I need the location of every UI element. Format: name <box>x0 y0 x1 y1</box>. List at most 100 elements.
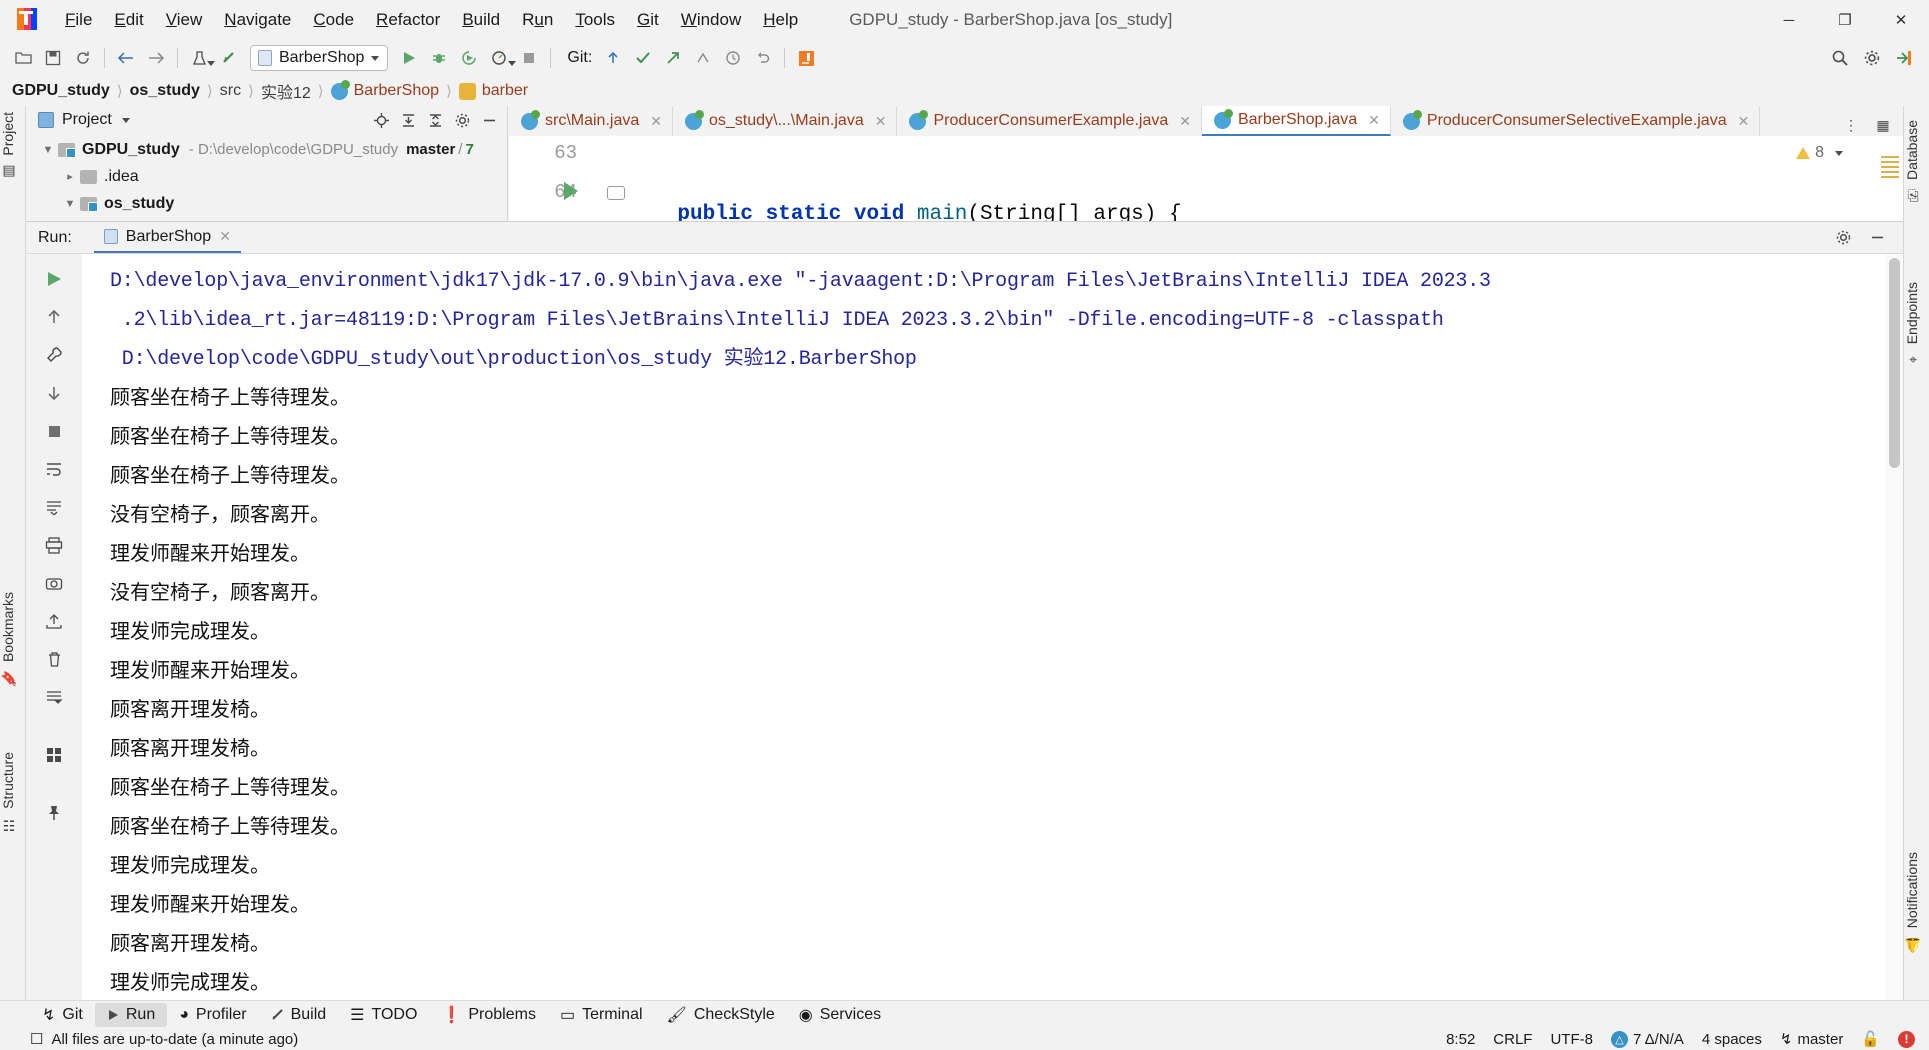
menu-tools[interactable]: Tools <box>564 6 626 34</box>
minimize-button[interactable]: ─ <box>1761 0 1817 40</box>
tree-row[interactable]: ▼ GDPU_study - D:\develop\code\GDPU_stud… <box>26 136 507 163</box>
chevron-down-icon[interactable] <box>1835 150 1843 156</box>
hide-panel-icon[interactable] <box>1865 227 1889 249</box>
chevron-down-icon[interactable] <box>121 117 130 123</box>
search-icon[interactable] <box>1825 44 1855 72</box>
tree-row[interactable]: ▸ .idea <box>26 163 507 190</box>
ide-preview-icon[interactable]: ▦ <box>1871 114 1895 136</box>
open-project-icon[interactable] <box>8 44 38 72</box>
menu-git[interactable]: Git <box>626 6 670 34</box>
breadcrumb-item-field[interactable]: barber <box>458 82 528 100</box>
editor-tab-producer-consumer-example[interactable]: ProducerConsumerExample.java ✕ <box>897 106 1202 136</box>
menu-view[interactable]: View <box>155 6 214 34</box>
export-icon[interactable] <box>34 604 74 638</box>
settings-gear-icon[interactable] <box>450 109 474 131</box>
run-tab-barbershop[interactable]: BarberShop ✕ <box>93 222 241 253</box>
editor-tab-producer-consumer-selective-example[interactable]: ProducerConsumerSelectiveExample.java ✕ <box>1391 106 1761 136</box>
code-editor[interactable]: 63 64 public static void main(String[] a… <box>509 136 1903 226</box>
menu-edit[interactable]: Edit <box>103 6 154 34</box>
close-icon[interactable]: ✕ <box>219 228 231 245</box>
down-icon[interactable] <box>34 376 74 410</box>
menu-navigate[interactable]: Navigate <box>213 6 302 34</box>
bottom-tab-run[interactable]: Run <box>94 1002 168 1027</box>
menu-file[interactable]: File <box>54 6 103 34</box>
close-icon[interactable]: ✕ <box>1738 113 1750 130</box>
close-button[interactable]: ✕ <box>1873 0 1929 40</box>
menu-window[interactable]: Window <box>670 6 752 34</box>
rerun-icon[interactable] <box>34 262 74 296</box>
breadcrumb-item-package[interactable]: 实验12 <box>261 79 311 103</box>
git-branch-widget[interactable]: ↯ master <box>1780 1030 1843 1049</box>
inspection-warning-badge[interactable]: 8 <box>1796 144 1843 162</box>
stop-icon[interactable] <box>514 44 544 72</box>
stop-icon[interactable] <box>34 414 74 448</box>
bottom-tab-services[interactable]: ◉ Services <box>787 1002 893 1028</box>
bottom-tab-problems[interactable]: ❗ Problems <box>429 1002 548 1028</box>
soft-wrap-icon[interactable] <box>34 452 74 486</box>
sidebar-item-database[interactable]: ⎘ Database <box>1904 114 1929 208</box>
trash-icon[interactable] <box>34 642 74 676</box>
sidebar-item-project[interactable]: ▤ Project <box>0 106 26 185</box>
console-scrollbar[interactable] <box>1885 254 1903 1001</box>
lock-icon[interactable]: 🔓 <box>1861 1030 1880 1048</box>
settings-gear-icon[interactable] <box>1857 44 1887 72</box>
push-icon[interactable] <box>658 44 688 72</box>
indent-setting[interactable]: 4 spaces <box>1702 1031 1762 1048</box>
profile-icon[interactable] <box>484 44 517 72</box>
locate-icon[interactable] <box>369 109 393 131</box>
chevron-right-icon[interactable]: ▸ <box>60 170 80 183</box>
bottom-tab-terminal[interactable]: ▭ Terminal <box>548 1002 655 1028</box>
grid-icon[interactable] <box>34 738 74 772</box>
menu-refactor[interactable]: Refactor <box>365 6 451 34</box>
up-icon[interactable] <box>34 300 74 334</box>
menu-code[interactable]: Code <box>302 6 365 34</box>
sidebar-item-bookmarks[interactable]: 🔖 Bookmarks <box>0 586 26 693</box>
hide-panel-icon[interactable] <box>477 109 501 131</box>
back-icon[interactable] <box>111 44 141 72</box>
breadcrumb-item-project[interactable]: GDPU_study <box>12 82 110 100</box>
sync-icon[interactable] <box>68 44 98 72</box>
chevron-down-icon[interactable]: ▼ <box>60 198 80 210</box>
pin-icon[interactable] <box>34 796 74 830</box>
bottom-tab-git[interactable]: ↯ Git <box>30 1002 95 1028</box>
thread-dump-icon[interactable] <box>34 490 74 524</box>
editor-tab-os-study-main[interactable]: os_study\...\Main.java ✕ <box>673 106 898 136</box>
update-project-icon[interactable] <box>598 44 628 72</box>
expand-all-icon[interactable] <box>396 109 420 131</box>
menu-help[interactable]: Help <box>752 6 809 34</box>
sidebar-item-notifications[interactable]: 🔔 Notifications <box>1904 846 1929 959</box>
error-badge[interactable]: ! <box>1898 1030 1915 1048</box>
history-icon[interactable] <box>718 44 748 72</box>
run-icon[interactable] <box>394 44 424 72</box>
console-scrollbar-thumb[interactable] <box>1889 258 1900 468</box>
wrench-icon[interactable] <box>34 338 74 372</box>
run-gutter-icon[interactable] <box>564 182 578 200</box>
close-icon[interactable]: ✕ <box>1179 113 1191 130</box>
close-icon[interactable]: ✕ <box>875 113 887 130</box>
caret-position[interactable]: 8:52 <box>1446 1031 1475 1048</box>
run-configuration-selector[interactable]: BarberShop <box>250 45 389 71</box>
file-encoding[interactable]: UTF-8 <box>1550 1031 1593 1048</box>
commit-icon[interactable] <box>628 44 658 72</box>
inspections-widget[interactable]: △ 7 Δ/N/A <box>1610 1030 1684 1048</box>
camera-icon[interactable] <box>34 566 74 600</box>
run-with-coverage-icon[interactable] <box>454 44 484 72</box>
revert-icon[interactable] <box>748 44 778 72</box>
debug-icon[interactable] <box>424 44 454 72</box>
editor-tab-barbershop[interactable]: BarberShop.java ✕ <box>1201 106 1391 136</box>
breadcrumb-item-class[interactable]: BarberShop <box>330 79 439 100</box>
chevron-down-icon[interactable]: ▼ <box>38 144 58 156</box>
save-all-icon[interactable] <box>38 44 68 72</box>
close-icon[interactable]: ✕ <box>1368 112 1380 129</box>
sidebar-item-endpoints[interactable]: ⌖ Endpoints <box>1904 276 1929 372</box>
bottom-tab-profiler[interactable]: ◕ Profiler <box>167 1003 258 1027</box>
menu-run[interactable]: Run <box>511 6 564 34</box>
line-separator[interactable]: CRLF <box>1493 1031 1532 1048</box>
collapse-all-icon[interactable] <box>423 109 447 131</box>
bottom-tab-build[interactable]: Build <box>259 1003 339 1027</box>
forward-icon[interactable] <box>141 44 171 72</box>
maximize-button[interactable]: ❐ <box>1817 0 1873 40</box>
undo-icon[interactable] <box>214 44 244 72</box>
bottom-tab-todo[interactable]: ☰ TODO <box>338 1002 429 1028</box>
breadcrumb-item-src[interactable]: src <box>220 82 241 100</box>
